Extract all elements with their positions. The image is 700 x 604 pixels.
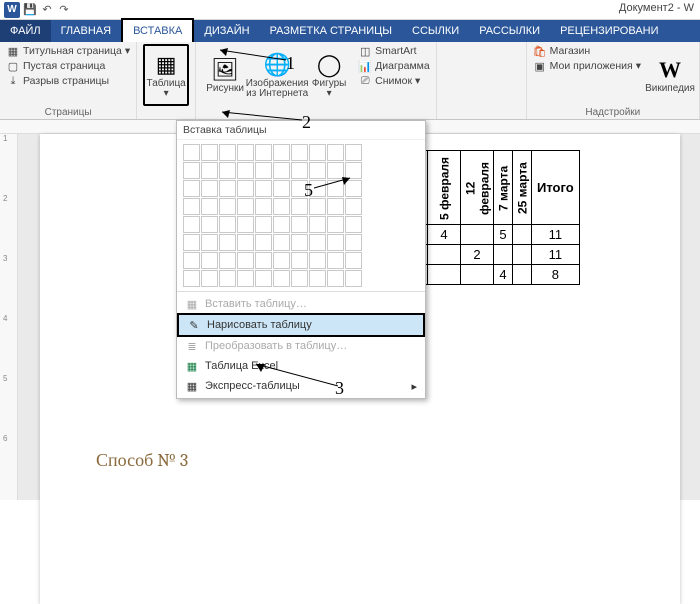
shapes-icon: ◯ (314, 51, 344, 79)
group-illustrations: 🖼Рисунки 🌐Изображения из Интернета ◯Фигу… (196, 42, 437, 119)
break-icon: ⤓ (6, 74, 20, 88)
chevron-down-icon: ▾ (415, 75, 420, 87)
insert-table-grid[interactable] (177, 140, 425, 291)
chevron-down-icon: ▾ (164, 88, 169, 99)
save-icon[interactable]: 💾 (23, 3, 37, 17)
table-icon: ▦ (185, 297, 199, 311)
menu-insert-table[interactable]: ▦Вставить таблицу… (177, 294, 425, 314)
my-apps-button[interactable]: ▣Мои приложения ▾ (533, 59, 641, 73)
redo-icon[interactable]: ↷ (57, 3, 71, 17)
table-icon: ▦ (185, 379, 199, 393)
menu-excel-table[interactable]: ▦Таблица Excel (177, 356, 425, 376)
smartart-button[interactable]: ◫SmartArt (358, 44, 430, 58)
chart-icon: 📊 (358, 59, 372, 73)
word-icon: W (4, 2, 20, 18)
apps-icon: ▣ (533, 59, 547, 73)
col-total: Итого (532, 151, 580, 225)
dropdown-header: Вставка таблицы (177, 121, 425, 140)
document-caption: Способ № 3 (96, 450, 188, 471)
chevron-down-icon: ▾ (327, 88, 332, 99)
table-dropdown: Вставка таблицы ▦Вставить таблицу… ✎Нари… (176, 120, 426, 399)
title-bar: W 💾 ↶ ↷ Документ2 - W (0, 0, 700, 20)
chevron-right-icon: ▸ (411, 380, 417, 393)
menu-quick-tables[interactable]: ▦Экспресс-таблицы▸ (177, 376, 425, 396)
ribbon: ▦Титульная страница ▾ ▢Пустая страница ⤓… (0, 42, 700, 120)
ribbon-tabs: ФАЙЛ ГЛАВНАЯ ВСТАВКА ДИЗАЙН РАЗМЕТКА СТР… (0, 20, 700, 42)
table-button[interactable]: ▦ Таблица▾ (143, 44, 189, 106)
group-label: Страницы (6, 106, 130, 119)
pencil-icon: ✎ (187, 318, 201, 332)
store-button[interactable]: 🛍Магазин (533, 44, 641, 58)
vertical-ruler[interactable]: 123456 (0, 134, 18, 500)
tab-home[interactable]: ГЛАВНАЯ (51, 20, 121, 42)
pictures-button[interactable]: 🖼Рисунки (202, 44, 248, 106)
excel-icon: ▦ (185, 359, 199, 373)
blank-page-button[interactable]: ▢Пустая страница (6, 59, 130, 73)
chevron-down-icon: ▾ (636, 60, 641, 72)
tab-insert[interactable]: ВСТАВКА (121, 18, 194, 42)
menu-draw-table[interactable]: ✎Нарисовать таблицу (177, 313, 425, 337)
tab-file[interactable]: ФАЙЛ (0, 20, 51, 42)
table-icon: ▦ (151, 51, 181, 79)
dropdown-menu: ▦Вставить таблицу… ✎Нарисовать таблицу ≣… (177, 291, 425, 398)
tab-review[interactable]: РЕЦЕНЗИРОВАНИ (550, 20, 668, 42)
store-icon: 🛍 (533, 44, 547, 58)
picture-icon: 🖼 (210, 56, 240, 84)
undo-icon[interactable]: ↶ (40, 3, 54, 17)
convert-icon: ≣ (185, 339, 199, 353)
group-label: Надстройки (533, 106, 693, 119)
online-picture-icon: 🌐 (262, 51, 292, 79)
chart-button[interactable]: 📊Диаграмма (358, 59, 430, 73)
page-icon: ▦ (6, 44, 20, 58)
online-pictures-button[interactable]: 🌐Изображения из Интернета (254, 44, 300, 106)
page-break-button[interactable]: ⤓Разрыв страницы (6, 74, 130, 88)
group-pages: ▦Титульная страница ▾ ▢Пустая страница ⤓… (0, 42, 137, 119)
page-icon: ▢ (6, 59, 20, 73)
wikipedia-icon: W (655, 56, 685, 84)
wikipedia-button[interactable]: WВикипедия (647, 44, 693, 106)
screenshot-icon: ⎚ (358, 74, 372, 88)
tab-references[interactable]: ССЫЛКИ (402, 20, 469, 42)
cover-page-button[interactable]: ▦Титульная страница ▾ (6, 44, 130, 58)
tab-layout[interactable]: РАЗМЕТКА СТРАНИЦЫ (260, 20, 402, 42)
group-addins: 🛍Магазин ▣Мои приложения ▾ WВикипедия На… (527, 42, 700, 119)
menu-convert-table[interactable]: ≣Преобразовать в таблицу… (177, 336, 425, 356)
tab-mailings[interactable]: РАССЫЛКИ (469, 20, 550, 42)
quick-access-toolbar: W 💾 ↶ ↷ (4, 2, 71, 18)
screenshot-button[interactable]: ⎚Снимок ▾ (358, 74, 430, 88)
smartart-icon: ◫ (358, 44, 372, 58)
tab-design[interactable]: ДИЗАЙН (194, 20, 259, 42)
chevron-down-icon: ▾ (125, 45, 130, 57)
group-tables: ▦ Таблица▾ (137, 42, 196, 119)
shapes-button[interactable]: ◯Фигуры▾ (306, 44, 352, 106)
document-title: Документ2 - W (619, 2, 694, 14)
